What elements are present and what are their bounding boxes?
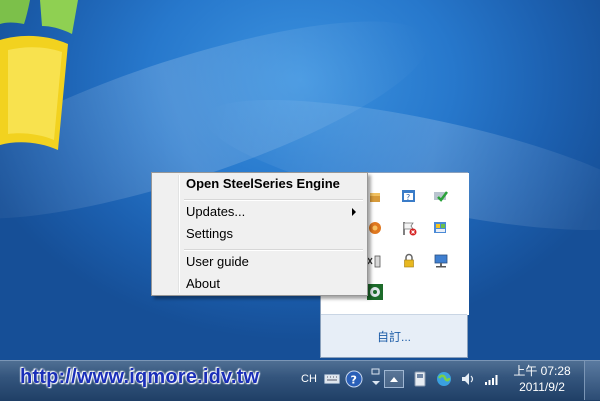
check-monitor-icon[interactable] (433, 188, 449, 204)
steelseries-context-menu: Open SteelSeries Engine Updates... Setti… (151, 172, 368, 296)
menu-separator (184, 199, 363, 201)
package-icon[interactable] (367, 188, 383, 204)
menu-item-user-guide[interactable]: User guide (186, 252, 249, 272)
flag-x-icon[interactable] (401, 220, 417, 236)
clock-time: 上午 07:28 (513, 364, 571, 378)
menu-item-settings[interactable]: Settings (186, 224, 233, 244)
show-desktop-button[interactable] (584, 361, 600, 400)
help-icon[interactable]: ? (344, 369, 364, 389)
menu-separator (184, 249, 363, 251)
language-indicator[interactable]: CH (298, 370, 320, 388)
security-globe-icon[interactable] (434, 369, 454, 389)
customize-link[interactable]: 自訂... (377, 328, 411, 345)
orange-gear-icon[interactable] (367, 220, 383, 236)
colorful-window-icon[interactable] (433, 220, 449, 236)
lock-icon[interactable] (401, 253, 417, 269)
usb-device-icon[interactable] (410, 369, 430, 389)
show-hidden-icons-button[interactable] (384, 370, 404, 388)
network-computer-icon[interactable] (433, 253, 449, 269)
steelseries-icon[interactable] (367, 284, 383, 300)
battery-x-icon[interactable] (367, 253, 383, 269)
customize-area: 自訂... (321, 314, 467, 357)
watermark-url: http://www.iqmore.idv.tw (20, 366, 260, 388)
submenu-arrow-icon (352, 208, 356, 216)
svg-text:?: ? (351, 374, 357, 387)
help-window-icon[interactable]: ? (401, 188, 417, 204)
menu-item-open-steelseries-engine[interactable]: Open SteelSeries Engine (186, 174, 340, 194)
wifi-signal-icon[interactable] (482, 369, 502, 389)
svg-text:?: ? (406, 193, 410, 202)
system-clock[interactable]: 上午 07:28 2011/9/2 (512, 363, 572, 395)
windows-logo-icon (0, 0, 78, 150)
menu-item-about[interactable]: About (186, 274, 220, 294)
clock-date: 2011/9/2 (519, 380, 565, 394)
ime-toolbar-icon[interactable] (368, 366, 384, 390)
keyboard-icon[interactable] (322, 370, 342, 388)
menu-item-updates[interactable]: Updates... (186, 202, 245, 222)
volume-icon[interactable] (458, 369, 478, 389)
